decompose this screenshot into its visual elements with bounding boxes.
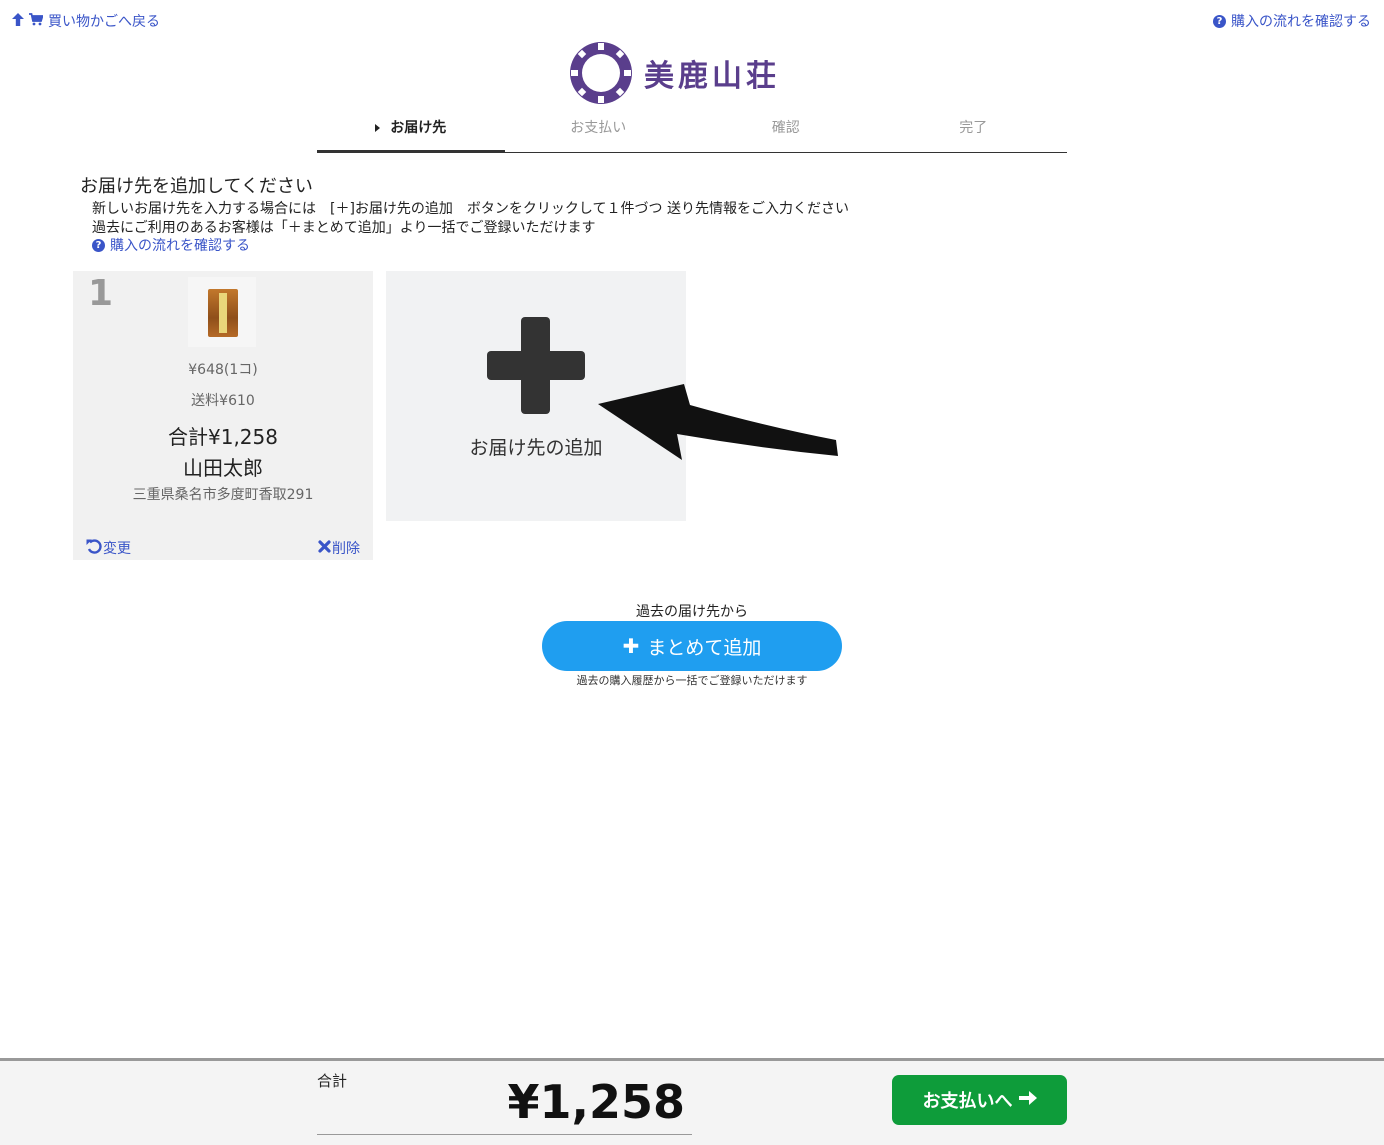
back-to-cart-label: 買い物かごへ戻る (48, 14, 160, 30)
bulk-add-label: まとめて追加 (647, 636, 762, 659)
step-payment: お支払い (505, 108, 693, 152)
bulk-add-caption: 過去の届け先から (636, 604, 748, 620)
purchase-flow-help-link[interactable]: ? 購入の流れを確認する (1213, 11, 1371, 31)
instruction-text-2: 過去にご利用のあるお客様は「＋まとめて追加」より一括でご登録いただけます (92, 220, 596, 236)
step-payment-label: お支払い (570, 120, 627, 136)
brand-logo: 美鹿山荘 (568, 40, 780, 106)
destination-number: 1 (88, 273, 114, 314)
order-footer: 合計 ¥1,258 お支払いへ (0, 1058, 1384, 1145)
change-label: 変更 (103, 541, 131, 557)
instruction-text-1: 新しいお届け先を入力する場合には [＋]お届け先の追加 ボタンをクリックして１件… (92, 201, 849, 217)
step-confirm-label: 確認 (771, 120, 800, 136)
brand-name: 美鹿山荘 (644, 59, 780, 94)
delete-label: 削除 (332, 541, 360, 557)
arrow-right-icon (1018, 1090, 1037, 1111)
intro-help-link[interactable]: ? 購入の流れを確認する (92, 235, 250, 255)
step-delivery-label: お届け先 (390, 120, 447, 136)
page-heading: お届け先を追加してください (80, 176, 313, 197)
footer-divider (317, 1134, 692, 1135)
proceed-to-payment-label: お支払いへ (922, 1091, 1013, 1112)
annotation-arrow-icon (598, 382, 840, 468)
delete-destination-button[interactable]: 削除 (318, 538, 360, 558)
close-icon (318, 539, 331, 557)
recipient-name: 山田太郎 (183, 456, 263, 480)
current-step-marker-icon (375, 124, 381, 132)
footer-total-value: ¥1,258 (507, 1075, 685, 1129)
step-confirm: 確認 (692, 108, 880, 152)
shipping-fee: 送料¥610 (191, 393, 255, 409)
back-to-cart-link[interactable]: 買い物かごへ戻る (12, 11, 160, 31)
step-complete-label: 完了 (959, 120, 988, 136)
step-delivery: お届け先 (317, 108, 505, 153)
change-destination-button[interactable]: 変更 (86, 538, 131, 558)
product-image (188, 277, 256, 347)
destination-card: 1 ¥648(1コ) 送料¥610 合計¥1,258 山田太郎 三重県桑名市多度… (73, 271, 373, 560)
recipient-address: 三重県桑名市多度町香取291 (132, 487, 314, 503)
checkout-steps: お届け先 お支払い 確認 完了 (317, 108, 1067, 153)
bulk-add-note: 過去の購入履歴から一括でご登録いただけます (576, 674, 808, 687)
question-icon: ? (92, 238, 105, 252)
cart-icon (29, 12, 44, 30)
plus-icon: ✚ (622, 634, 640, 658)
proceed-to-payment-button[interactable]: お支払いへ (892, 1075, 1067, 1125)
intro-help-label: 購入の流れを確認する (110, 238, 250, 254)
bulk-add-button[interactable]: ✚ まとめて追加 (542, 621, 842, 671)
destination-total: 合計¥1,258 (168, 425, 278, 449)
undo-icon (86, 538, 102, 558)
brand-crest-icon (570, 42, 632, 104)
arrow-up-icon (12, 12, 24, 30)
purchase-flow-help-label: 購入の流れを確認する (1231, 14, 1371, 30)
item-price: ¥648(1コ) (188, 362, 258, 378)
question-icon: ? (1213, 14, 1226, 28)
step-complete: 完了 (880, 108, 1068, 152)
